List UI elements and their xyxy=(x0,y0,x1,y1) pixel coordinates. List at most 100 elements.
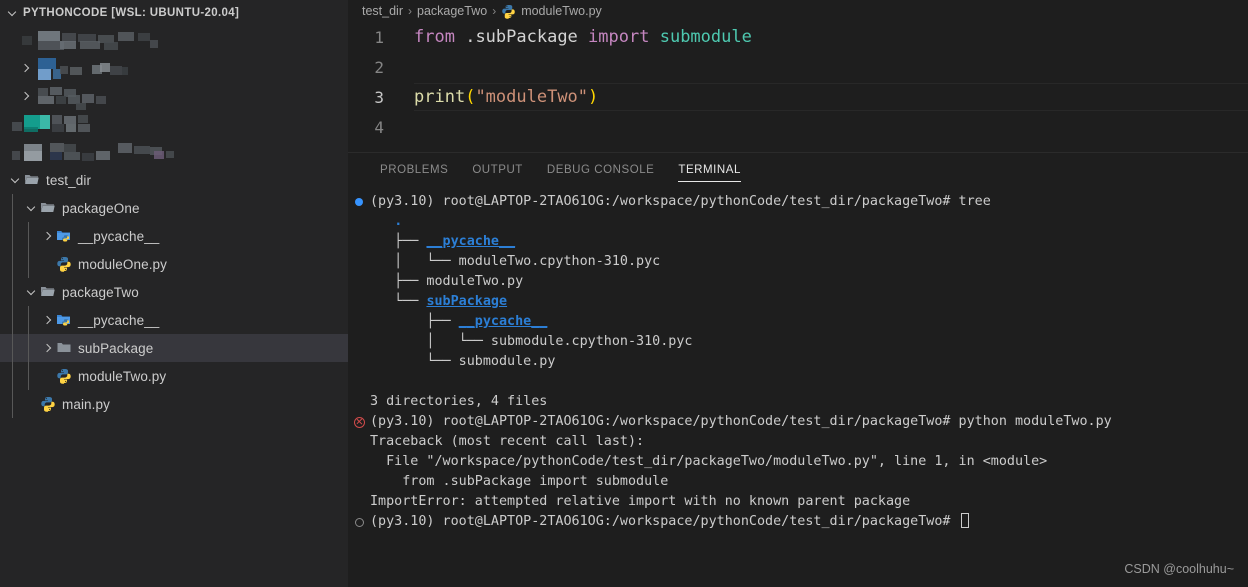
terminal-segment: └── xyxy=(370,294,427,309)
tree-item-mainpy[interactable]: main.py xyxy=(0,390,348,418)
file-tree: test_dir packageOne __pycache__ moduleOne.p… xyxy=(0,166,348,418)
censored-tree-row[interactable] xyxy=(0,138,348,166)
explorer-title-label: PYTHONCODE [WSL: UBUNTU-20.04] xyxy=(23,7,240,19)
censored-tree-row[interactable] xyxy=(0,26,348,54)
watermark: CSDN @coolhuhu~ xyxy=(1124,562,1234,576)
censored-pixel-block xyxy=(50,152,62,160)
censored-pixel-block xyxy=(66,124,76,132)
censored-pixel-block xyxy=(50,87,62,95)
terminal-segment: ├── xyxy=(370,314,459,329)
chevron-down-icon[interactable] xyxy=(8,172,24,188)
indent-guide xyxy=(12,222,13,250)
censored-pixel-block xyxy=(38,58,56,69)
censored-pixel-block xyxy=(104,42,118,50)
censored-pixel-block xyxy=(52,115,62,124)
tree-item-moduleonepy[interactable]: moduleOne.py xyxy=(0,250,348,278)
tree-item-moduletwopy[interactable]: moduleTwo.py xyxy=(0,362,348,390)
terminal-text: (py3.10) root@LAPTOP-2TAO61OG:/workspace… xyxy=(370,512,969,532)
terminal-line: └── submodule.py xyxy=(348,352,1248,372)
chevron-right-icon[interactable] xyxy=(18,88,34,104)
tree-item-packageone[interactable]: packageOne xyxy=(0,194,348,222)
code-line[interactable]: 2 xyxy=(348,52,1248,82)
breadcrumb[interactable]: test_dir › packageTwo › moduleTwo.py xyxy=(348,0,1248,22)
explorer-sidebar: PYTHONCODE [WSL: UBUNTU-20.04] test_dir p… xyxy=(0,0,348,587)
terminal-output[interactable]: (py3.10) root@LAPTOP-2TAO61OG:/workspace… xyxy=(348,187,1248,587)
breadcrumb-item-1[interactable]: packageTwo xyxy=(417,4,487,18)
terminal-line: File "/workspace/pythonCode/test_dir/pac… xyxy=(348,452,1248,472)
tree-item-pycache[interactable]: __pycache__ xyxy=(0,222,348,250)
terminal-segment: │ └── submodule.cpython-310.pyc xyxy=(370,334,693,349)
chevron-right-icon[interactable] xyxy=(40,340,56,356)
python-file-icon xyxy=(501,4,516,19)
censored-tree-row[interactable] xyxy=(0,110,348,138)
chevron-down-icon[interactable] xyxy=(24,284,40,300)
censored-pixel-block xyxy=(12,151,20,160)
terminal-segment: └── submodule.py xyxy=(370,354,556,369)
indent-guide xyxy=(28,362,29,390)
tab-output[interactable]: OUTPUT xyxy=(460,153,535,187)
tab-problems[interactable]: PROBLEMS xyxy=(368,153,460,187)
terminal-line: . xyxy=(348,212,1248,232)
terminal-text: ImportError: attempted relative import w… xyxy=(370,492,910,512)
line-number: 4 xyxy=(374,117,384,137)
terminal-segment: subPackage xyxy=(426,294,508,309)
tree-item-subpackage[interactable]: subPackage xyxy=(0,334,348,362)
code-lines: 1 from .subPackage import submodule 2 3 prin… xyxy=(348,22,1248,142)
terminal-line: ├── moduleTwo.py xyxy=(348,272,1248,292)
code-editor[interactable]: 1 from .subPackage import submodule 2 3 prin… xyxy=(348,22,1248,152)
folder-icon xyxy=(56,340,72,356)
tab-debug-console[interactable]: DEBUG CONSOLE xyxy=(535,153,666,187)
tree-item-pycache[interactable]: __pycache__ xyxy=(0,306,348,334)
code-line[interactable]: 4 xyxy=(348,112,1248,142)
tab-terminal[interactable]: TERMINAL xyxy=(666,153,753,187)
chevron-right-icon[interactable] xyxy=(18,60,34,76)
folder-open-icon xyxy=(40,200,56,216)
tree-item-label: moduleOne.py xyxy=(78,256,168,272)
explorer-title[interactable]: PYTHONCODE [WSL: UBUNTU-20.04] xyxy=(0,0,348,26)
terminal-line: ImportError: attempted relative import w… xyxy=(348,492,1248,512)
terminal-line: │ └── submodule.cpython-310.pyc xyxy=(348,332,1248,352)
tree-item-testdir[interactable]: test_dir xyxy=(0,166,348,194)
command-pending-icon xyxy=(348,517,370,527)
censored-pixel-block xyxy=(150,40,158,48)
code-line[interactable]: 1 from .subPackage import submodule xyxy=(348,22,1248,52)
terminal-segment: . xyxy=(394,214,403,229)
python-file-icon xyxy=(40,396,56,412)
code-token: print xyxy=(414,87,466,107)
code-token: ) xyxy=(588,87,599,107)
terminal-text: . xyxy=(370,212,402,232)
chevron-down-icon[interactable] xyxy=(24,200,40,216)
terminal-text: ├── __pycache__ xyxy=(370,312,547,332)
chevron-right-icon[interactable] xyxy=(40,228,56,244)
breadcrumb-file-label[interactable]: moduleTwo.py xyxy=(521,4,602,18)
censored-pixel-block xyxy=(78,124,90,132)
censored-tree-row[interactable] xyxy=(0,82,348,110)
censored-pixel-block xyxy=(100,63,110,72)
tree-item-label: __pycache__ xyxy=(78,312,160,328)
terminal-segment: File "/workspace/pythonCode/test_dir/pac… xyxy=(370,454,1048,469)
terminal-text: File "/workspace/pythonCode/test_dir/pac… xyxy=(370,452,1047,472)
python-folder-icon xyxy=(56,312,72,328)
breadcrumb-item-0[interactable]: test_dir xyxy=(362,4,403,18)
terminal-line: from .subPackage import submodule xyxy=(348,472,1248,492)
censored-tree-row[interactable] xyxy=(0,54,348,82)
indent-guide xyxy=(28,222,29,250)
censored-pixel-block xyxy=(82,94,94,103)
tree-item-label: moduleTwo.py xyxy=(78,368,167,384)
censored-pixel-block xyxy=(24,127,38,132)
terminal-segment: │ └── moduleTwo.cpython-310.pyc xyxy=(370,254,661,269)
command-success-icon xyxy=(348,198,370,206)
code-token: "moduleTwo" xyxy=(475,87,589,107)
censored-pixel-block xyxy=(154,151,164,159)
chevron-right-icon[interactable] xyxy=(40,312,56,328)
censored-pixel-block xyxy=(22,36,32,45)
censored-pixel-block xyxy=(70,67,82,75)
tree-item-packagetwo[interactable]: packageTwo xyxy=(0,278,348,306)
indent-guide xyxy=(28,334,29,362)
code-text: from .subPackage import submodule xyxy=(410,27,1248,47)
code-line[interactable]: 3 print("moduleTwo") xyxy=(348,82,1248,112)
